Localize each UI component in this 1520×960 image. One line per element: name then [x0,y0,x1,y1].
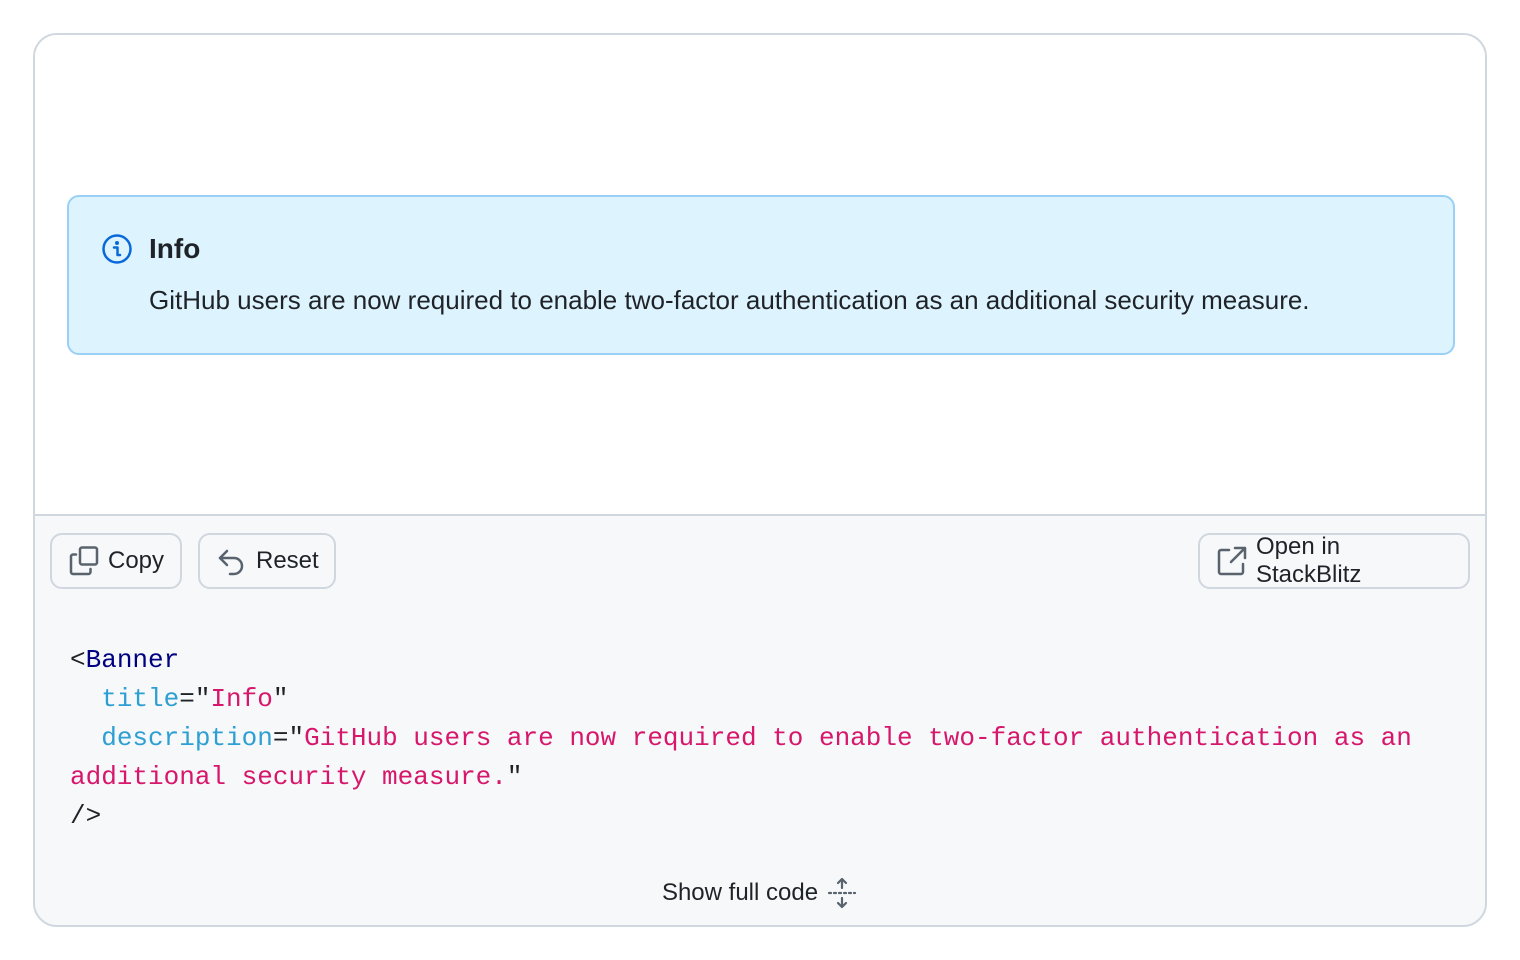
reset-button-label: Reset [256,547,319,574]
code-attr-description: description [101,723,273,753]
code-component-name: Banner [85,645,180,675]
show-full-code-button[interactable]: Show full code [35,873,1485,913]
preview-area: Info GitHub users are now required to en… [35,35,1485,516]
banner-title: Info [149,233,201,264]
code-attr-title: title [101,684,180,714]
code-snippet[interactable]: <Banner title="Info" description="GitHub… [70,641,1445,836]
copy-icon [69,546,99,576]
code-quote: " [506,762,523,792]
code-quote: " [272,684,289,714]
copy-button-label: Copy [108,547,165,574]
code-open-bracket: < [70,645,86,675]
code-equals: = [179,684,195,714]
code-quote: " [194,684,211,714]
show-full-code-label: Show full code [661,879,819,906]
banner-description: GitHub users are now required to enable … [149,285,1310,315]
copy-button[interactable]: Copy [50,533,182,589]
info-icon [102,234,132,264]
code-equals: = [272,723,289,753]
undo-icon [218,549,244,576]
info-banner: Info GitHub users are now required to en… [67,195,1455,355]
code-area: Copy Reset Open in StackBlitz <Banner ti… [35,516,1485,925]
reset-button[interactable]: Reset [198,533,336,589]
link-external-icon [1217,546,1247,576]
stackblitz-button-label: Open in StackBlitz [1256,533,1362,588]
unfold-icon [827,877,857,909]
code-title-value: Info [210,684,273,714]
code-self-close: /> [70,801,102,831]
example-frame: Info GitHub users are now required to en… [33,33,1487,927]
code-quote: " [288,723,305,753]
open-in-stackblitz-button[interactable]: Open in StackBlitz [1198,533,1470,589]
